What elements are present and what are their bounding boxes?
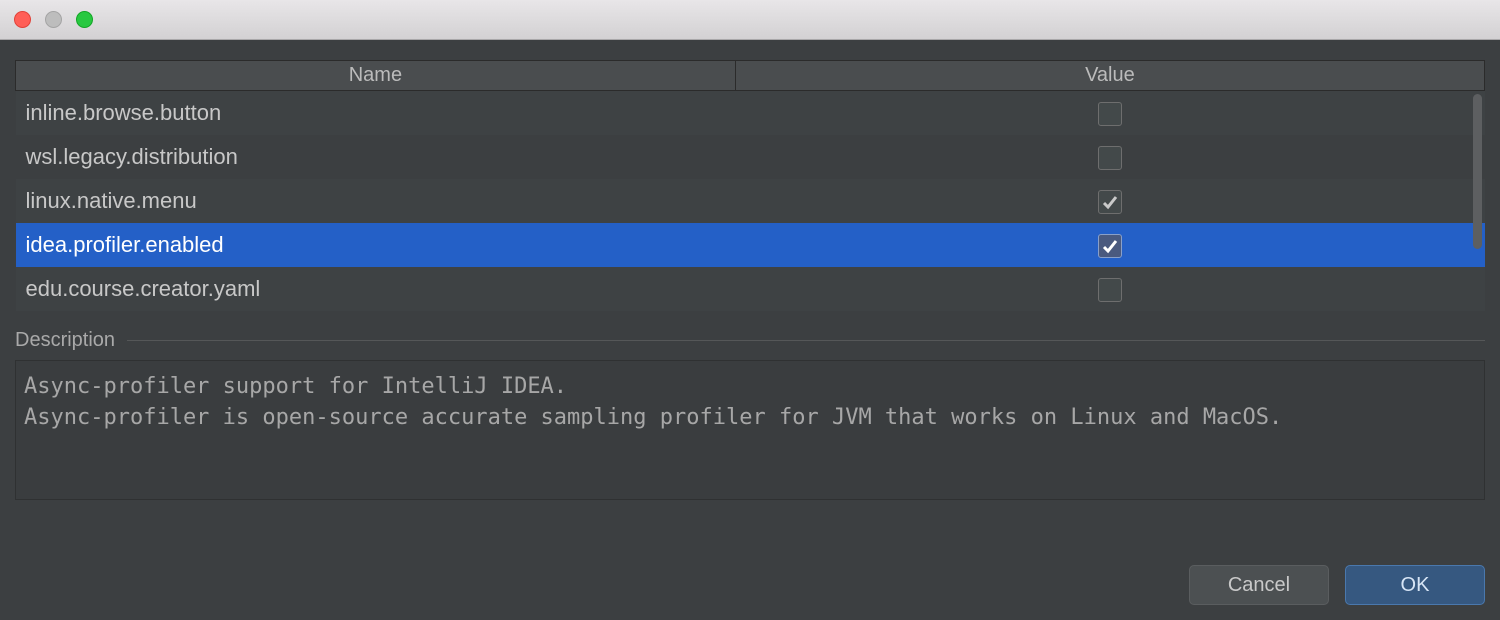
table-row[interactable]: inline.browse.button [16, 91, 1485, 135]
description-text: Async-profiler support for IntelliJ IDEA… [15, 360, 1485, 500]
registry-value-cell[interactable] [735, 267, 1484, 311]
close-window-button[interactable] [14, 11, 31, 28]
value-checkbox[interactable] [1098, 234, 1122, 258]
description-label: Description [15, 329, 127, 352]
minimize-window-button[interactable] [45, 11, 62, 28]
registry-value-cell[interactable] [735, 179, 1484, 223]
value-checkbox[interactable] [1098, 102, 1122, 126]
value-checkbox[interactable] [1098, 278, 1122, 302]
registry-value-cell[interactable] [735, 91, 1484, 135]
registry-table[interactable]: Name Value inline.browse.buttonwsl.legac… [15, 60, 1485, 311]
column-header-name[interactable]: Name [16, 61, 736, 91]
registry-key-name: inline.browse.button [16, 91, 736, 135]
column-header-value[interactable]: Value [735, 61, 1484, 91]
table-row[interactable]: idea.profiler.enabled [16, 223, 1485, 267]
table-scrollbar-thumb[interactable] [1473, 94, 1482, 249]
table-row[interactable]: edu.course.creator.yaml [16, 267, 1485, 311]
table-scrollbar[interactable] [1470, 90, 1485, 311]
ok-button[interactable]: OK [1345, 565, 1485, 605]
registry-key-name: wsl.legacy.distribution [16, 135, 736, 179]
window-titlebar [0, 0, 1500, 40]
table-row[interactable]: linux.native.menu [16, 179, 1485, 223]
dialog-buttons: Cancel OK [15, 545, 1485, 605]
table-header-row: Name Value [16, 61, 1485, 91]
registry-table-wrap: Name Value inline.browse.buttonwsl.legac… [15, 60, 1485, 311]
value-checkbox[interactable] [1098, 190, 1122, 214]
registry-value-cell[interactable] [735, 223, 1484, 267]
cancel-button[interactable]: Cancel [1189, 565, 1329, 605]
registry-key-name: linux.native.menu [16, 179, 736, 223]
description-header: Description [15, 329, 1485, 352]
dialog-content: Name Value inline.browse.buttonwsl.legac… [0, 40, 1500, 620]
registry-key-name: edu.course.creator.yaml [16, 267, 736, 311]
value-checkbox[interactable] [1098, 146, 1122, 170]
window-controls [14, 11, 93, 28]
registry-value-cell[interactable] [735, 135, 1484, 179]
divider [127, 340, 1485, 341]
zoom-window-button[interactable] [76, 11, 93, 28]
registry-key-name: idea.profiler.enabled [16, 223, 736, 267]
table-row[interactable]: wsl.legacy.distribution [16, 135, 1485, 179]
